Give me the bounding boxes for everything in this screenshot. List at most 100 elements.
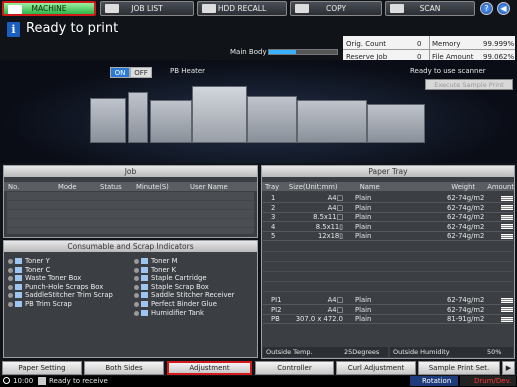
- tray-row[interactable]: PI1 A4□ Plain 62-74g/m2: [263, 296, 513, 305]
- execute-sample-print-button[interactable]: Execute Sample Print: [425, 79, 513, 90]
- tray-row[interactable]: PB 307.0 x 472.0 Plain 81-91g/m2: [263, 315, 513, 324]
- outside-temp: Outside Temp. 25Degrees: [263, 347, 388, 357]
- tab-adjustment[interactable]: Adjustment: [167, 361, 252, 375]
- consumable-icon: [141, 266, 148, 273]
- status-text: Ready to print: [26, 21, 119, 36]
- indicator-dot: [8, 259, 13, 264]
- scanner-status: Ready to use scanner: [410, 67, 486, 75]
- consumable-label: Toner Y: [25, 257, 50, 265]
- indicator-dot: [134, 267, 139, 273]
- tray-size: 12x18▯: [317, 232, 343, 240]
- col-mode: Mode: [58, 182, 77, 191]
- rotation-indicator: Rotation: [410, 376, 458, 386]
- tray-paper-name: Plain: [355, 222, 372, 231]
- receive-icon: [38, 377, 46, 385]
- tray-paper-name: Plain: [355, 203, 372, 212]
- col-no: No.: [8, 182, 20, 191]
- tray-paper-name: Plain: [355, 232, 372, 240]
- tray-size: 8.5x11▯: [315, 222, 343, 231]
- outside-temp-value: 25Degrees: [344, 348, 380, 356]
- outside-temp-label: Outside Temp.: [266, 348, 313, 356]
- tray-row[interactable]: 4 8.5x11▯ Plain 62-74g/m2: [263, 223, 513, 232]
- drum-dev-indicator: Drum/Dev.: [460, 376, 516, 386]
- main-body-label: Main Body: [230, 48, 267, 56]
- col-tray: Tray: [265, 182, 280, 191]
- tray-weight: 81-91g/m2: [447, 315, 485, 323]
- tab-job-list[interactable]: JOB LIST: [100, 1, 194, 16]
- pb-heater-on-button[interactable]: ON: [110, 67, 130, 78]
- tray-weight: 62-74g/m2: [447, 232, 485, 240]
- tray-number: PI1: [271, 296, 282, 304]
- clock-icon: [3, 377, 10, 384]
- tray-row[interactable]: 3 8.5x11□ Plain 62-74g/m2: [263, 213, 513, 222]
- tab-scan[interactable]: SCAN: [385, 1, 475, 16]
- tab-curl-adjustment[interactable]: Curl Adjustment: [336, 361, 416, 375]
- paper-amount-icon: [501, 297, 513, 303]
- machine-icon: [8, 5, 22, 14]
- consumable-icon: [141, 309, 148, 316]
- consumable-label: Waste Toner Box: [25, 274, 82, 283]
- tray-table-header: Tray Size(Unit:mm) Name Weight Amount: [262, 182, 514, 191]
- consumable-icon: [141, 301, 148, 307]
- speaker-icon[interactable]: ◀: [497, 2, 510, 15]
- tray-row[interactable]: 2 A4□ Plain 62-74g/m2: [263, 204, 513, 213]
- footer-bar: 10:00 Ready to receive Rotation Drum/Dev…: [0, 376, 517, 387]
- pb-heater-off-button[interactable]: OFF: [130, 67, 152, 78]
- tab-copy[interactable]: COPY: [290, 1, 382, 16]
- outside-humidity-value: 50%: [487, 348, 502, 356]
- indicator-dot: [8, 302, 13, 307]
- tray-size: A4□: [327, 305, 343, 314]
- tab-machine[interactable]: MACHINE: [2, 1, 96, 16]
- consumable-icon: [141, 258, 148, 264]
- tray-number: 3: [271, 213, 276, 221]
- tab-sample-print-set[interactable]: Sample Print Set.: [418, 361, 500, 375]
- tray-number: PB: [271, 315, 280, 323]
- printer-unit: [367, 104, 425, 143]
- indicator-dot: [8, 284, 13, 290]
- tray-size: A4□: [327, 296, 343, 304]
- next-tab-arrow-icon[interactable]: ▶: [502, 361, 515, 375]
- help-icon[interactable]: ?: [480, 2, 493, 15]
- paper-amount-icon: [501, 195, 513, 201]
- tab-both-sides[interactable]: Both Sides: [84, 361, 164, 375]
- tray-size: 307.0 x 472.0: [295, 315, 343, 323]
- consumable-icon: [15, 292, 22, 299]
- col-status: Status: [100, 182, 122, 191]
- tray-paper-name: Plain: [355, 213, 372, 221]
- tray-size: A4□: [327, 194, 343, 202]
- tray-paper-name: Plain: [355, 296, 372, 304]
- main-body-meter: [268, 49, 338, 55]
- outside-humidity-label: Outside Humidity: [393, 348, 450, 356]
- consumable-label: Staple Cartridge: [151, 274, 207, 283]
- printer-unit: [90, 98, 126, 143]
- tray-number: 2: [271, 203, 276, 212]
- tray-paper-name: Plain: [355, 194, 372, 202]
- counter-panel: Orig. Count 0 Memory 99.999% Reserve Job…: [343, 36, 515, 63]
- printer-unit: [128, 92, 148, 143]
- paper-amount-icon: [501, 233, 513, 239]
- tray-row[interactable]: 5 12x18▯ Plain 62-74g/m2: [263, 232, 513, 241]
- tray-row[interactable]: PI2 A4□ Plain 62-74g/m2: [263, 306, 513, 315]
- tray-number: 5: [271, 232, 276, 240]
- tab-controller[interactable]: Controller: [255, 361, 334, 375]
- paper-amount-icon: [501, 224, 513, 229]
- footer-status: Ready to receive: [49, 377, 108, 385]
- tray-weight: 62-74g/m2: [447, 203, 485, 212]
- consumable-icon: [15, 266, 22, 273]
- tray-row[interactable]: 1 A4□ Plain 62-74g/m2: [263, 194, 513, 203]
- consumable-icon: [15, 301, 22, 307]
- printer-unit: [247, 96, 297, 143]
- tray-weight: 62-74g/m2: [447, 213, 485, 221]
- job-title: Job: [4, 166, 257, 177]
- tray-weight: 62-74g/m2: [447, 296, 485, 304]
- tray-size: 8.5x11□: [313, 213, 343, 221]
- footer-time: 10:00: [13, 377, 34, 385]
- tray-weight: 62-74g/m2: [447, 194, 485, 202]
- job-table-body[interactable]: [7, 192, 254, 234]
- paper-amount-icon: [501, 205, 513, 210]
- tab-paper-setting[interactable]: Paper Setting: [2, 361, 82, 375]
- tab-hdd-recall[interactable]: HDD RECALL: [197, 1, 287, 16]
- indicator-dot: [134, 302, 139, 307]
- tray-paper-name: Plain: [355, 315, 372, 323]
- paper-amount-icon: [501, 214, 513, 220]
